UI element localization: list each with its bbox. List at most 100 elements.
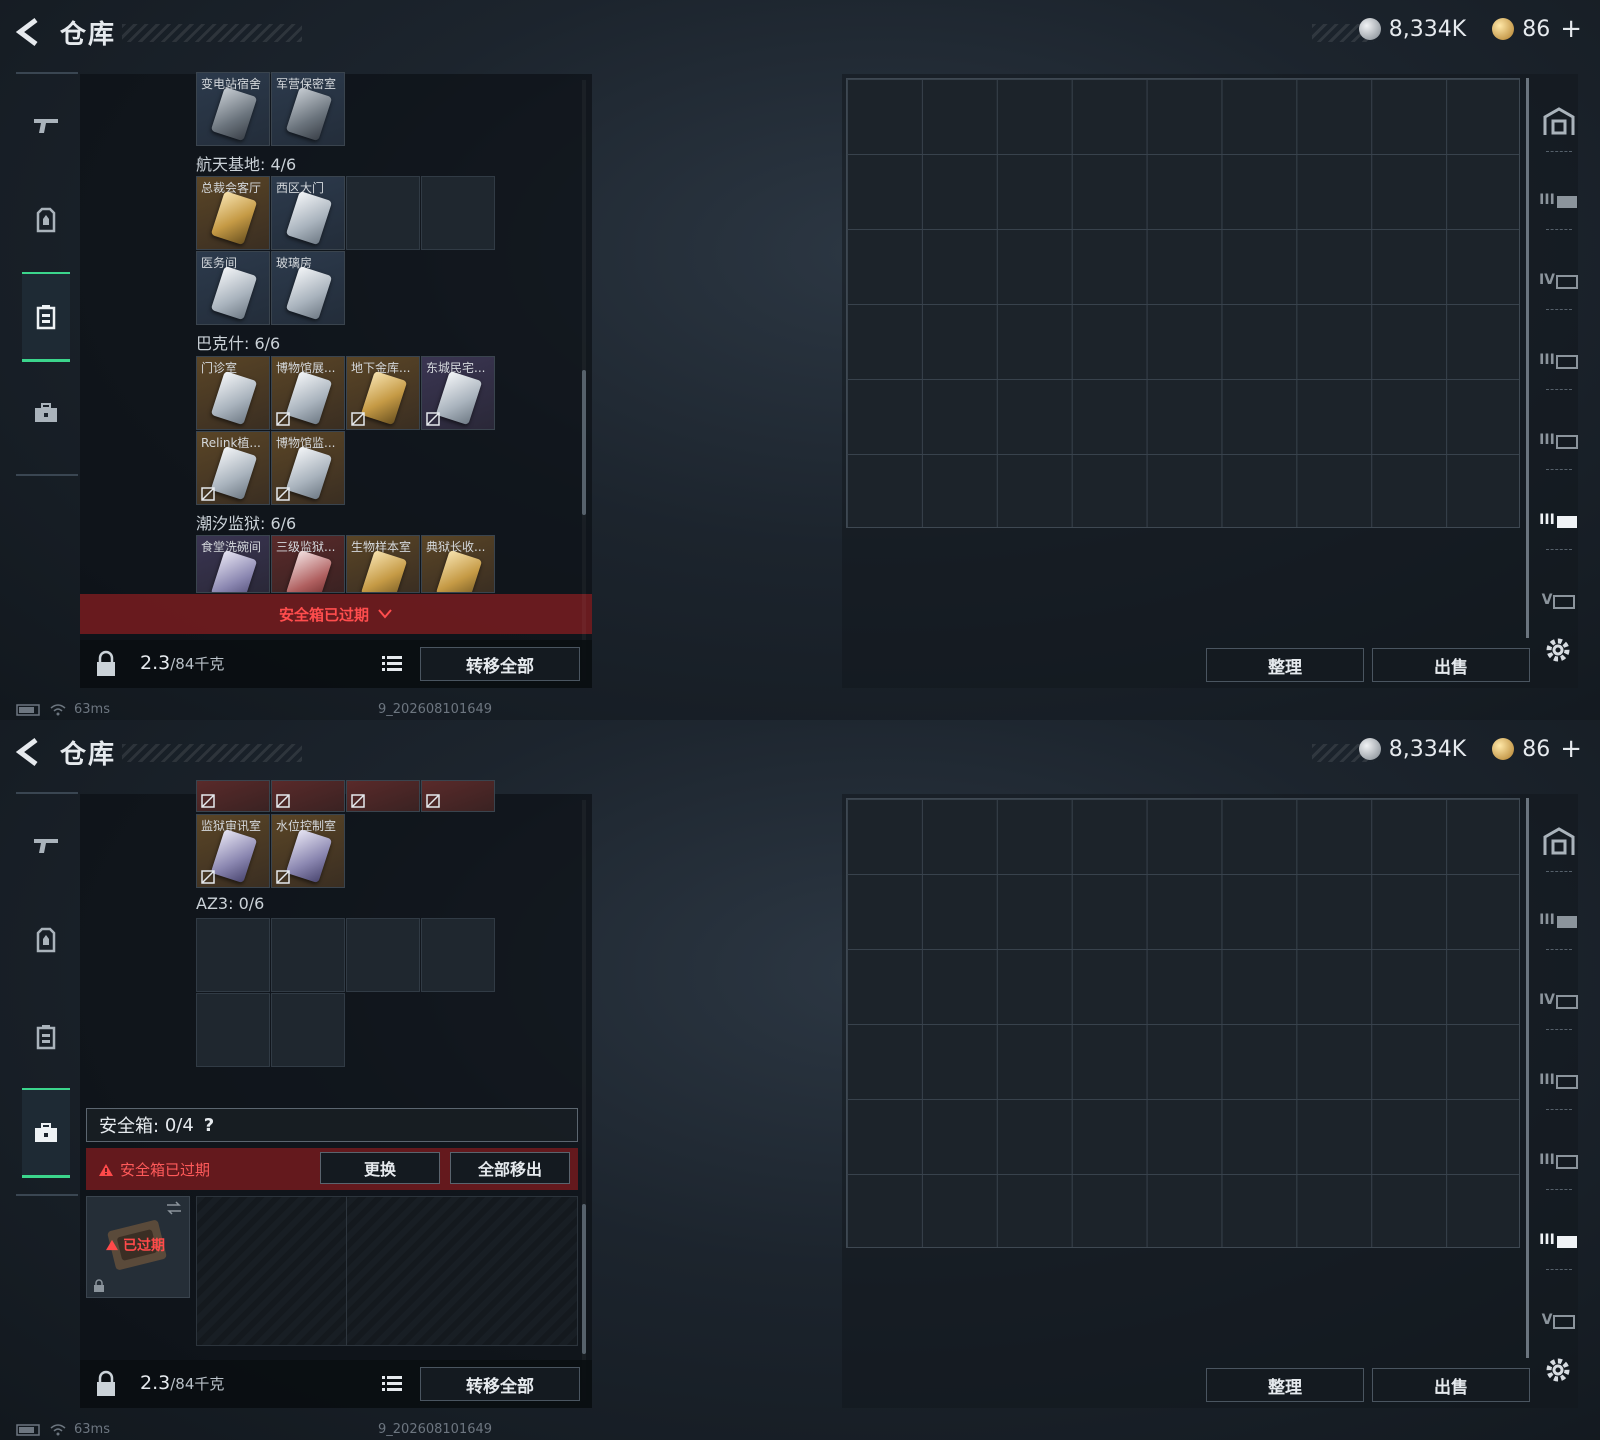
inventory-footer: 2.3/84千克 转移全部 [80,1360,592,1408]
tab-storage-6[interactable]: III [1534,490,1584,550]
remove-all-button[interactable]: 全部移出 [450,1152,570,1184]
storage-grid[interactable] [846,78,1520,528]
item-card[interactable]: 三级监狱... [271,535,345,593]
empty-slot [196,993,270,1067]
item-card[interactable] [421,780,495,812]
weight-lock-icon [97,650,115,676]
tab-storage-3[interactable]: IV [1534,970,1584,1030]
group-label: AZ3: 0/6 [196,894,265,913]
item-card[interactable] [271,780,345,812]
transfer-all-button[interactable]: 转移全部 [420,1367,580,1401]
tab-storage-2[interactable]: III [1534,170,1584,230]
tab-storage-1[interactable] [1534,812,1584,872]
weight-lock-icon [97,1370,115,1396]
gear-icon[interactable] [1542,634,1574,666]
storage-icon [1556,916,1577,928]
weapon-icon [34,119,58,133]
lock-icon [94,1279,104,1292]
nav-safebox[interactable] [22,1088,70,1178]
storage-icon [1553,595,1576,609]
item-card[interactable]: 地下金库... [346,356,420,430]
item-card[interactable]: 东城民宅... [421,356,495,430]
tab-storage-1[interactable] [1534,92,1584,152]
item-card[interactable]: 生物样本室 [346,535,420,593]
organize-button[interactable]: 整理 [1206,1368,1364,1402]
no-transfer-icon [201,870,215,884]
item-card[interactable]: 门诊室 [196,356,270,430]
back-arrow-icon[interactable] [14,736,46,768]
safebox-icon [35,1122,57,1142]
nav-armor[interactable] [22,176,70,266]
safebox-item[interactable]: 已过期 [86,1196,190,1298]
swap-icon [167,1201,181,1215]
nav-weapon[interactable] [22,80,70,170]
empty-slot [196,918,270,992]
transfer-all-button[interactable]: 转移全部 [420,647,580,681]
help-button[interactable]: ? [204,1115,214,1136]
empty-slot [346,918,420,992]
tab-storage-3[interactable]: IV [1534,250,1584,310]
nav-keycard[interactable] [22,272,70,362]
safebox-expired-banner[interactable]: 安全箱已过期 [80,594,592,634]
tab-storage-5[interactable]: III [1534,410,1584,470]
item-card[interactable]: Relink植... [196,431,270,505]
safebox-alert: 安全箱已过期 更换 全部移出 [86,1148,578,1190]
item-card[interactable]: 博物馆监... [271,431,345,505]
item-card[interactable]: 食堂洗碗间 [196,535,270,593]
tab-storage-4[interactable]: III [1534,330,1584,390]
back-arrow-icon[interactable] [14,16,46,48]
scrollbar-thumb[interactable] [582,1204,586,1354]
item-card[interactable]: 西区大门 [271,176,345,250]
replace-button[interactable]: 更换 [320,1152,440,1184]
sell-button[interactable]: 出售 [1372,1368,1530,1402]
tab-storage-5[interactable]: III [1534,1130,1584,1190]
group-label: 巴克什: 6/6 [196,334,281,353]
organize-button[interactable]: 整理 [1206,648,1364,682]
warehouse-screen-1: 仓库 8,334K 86 + 变电站宿舍 军营保密室 航天基地: 4/6 总裁会… [0,0,1600,720]
no-transfer-icon [276,412,290,426]
keycard-icon [36,304,56,329]
nav-armor[interactable] [22,896,70,986]
gold-coin-icon [1492,18,1515,40]
item-card[interactable]: 博物馆展... [271,356,345,430]
scrollbar-thumb[interactable] [582,370,586,515]
no-transfer-icon [201,487,215,501]
item-card[interactable]: 变电站宿舍 [196,72,270,146]
storage-icon [1555,435,1578,449]
no-transfer-icon [276,870,290,884]
silver-amount: 8,334K [1388,736,1467,762]
sell-button[interactable]: 出售 [1372,648,1530,682]
add-gold-button[interactable]: + [1560,14,1582,44]
list-icon[interactable] [376,648,408,680]
item-card[interactable]: 医务间 [196,251,270,325]
tab-storage-4[interactable]: III [1534,1050,1584,1110]
nav-safebox[interactable] [22,368,70,458]
tab-storage-7[interactable]: V [1534,1290,1584,1350]
list-icon[interactable] [376,1368,408,1400]
tab-storage-7[interactable]: V [1534,570,1584,630]
no-transfer-icon [201,794,215,808]
tab-divider [1526,78,1529,638]
nav-keycard[interactable] [22,992,70,1082]
gear-icon[interactable] [1542,1354,1574,1386]
tab-storage-2[interactable]: III [1534,890,1584,950]
chevron-down-icon [378,609,392,619]
item-card[interactable]: 典狱长收... [421,535,495,593]
no-transfer-icon [276,794,290,808]
item-card[interactable]: 军营保密室 [271,72,345,146]
tab-storage-6[interactable]: III [1534,1210,1584,1270]
nav-weapon[interactable] [22,800,70,890]
warning-icon [99,1163,113,1176]
item-card[interactable]: 总裁会客厅 [196,176,270,250]
storage-grid[interactable] [846,798,1520,1248]
top-bar: 仓库 8,334K 86 + [0,0,1600,66]
item-card[interactable] [346,780,420,812]
item-card[interactable]: 玻璃房 [271,251,345,325]
weapon-icon [34,839,58,853]
top-bar: 仓库 8,334K 86 + [0,720,1600,786]
item-card[interactable]: 监狱审讯室 [196,814,270,888]
add-gold-button[interactable]: + [1560,734,1582,764]
item-card[interactable] [196,780,270,812]
item-card[interactable]: 水位控制室 [271,814,345,888]
currency-display: 8,334K 86 + [1358,14,1582,44]
